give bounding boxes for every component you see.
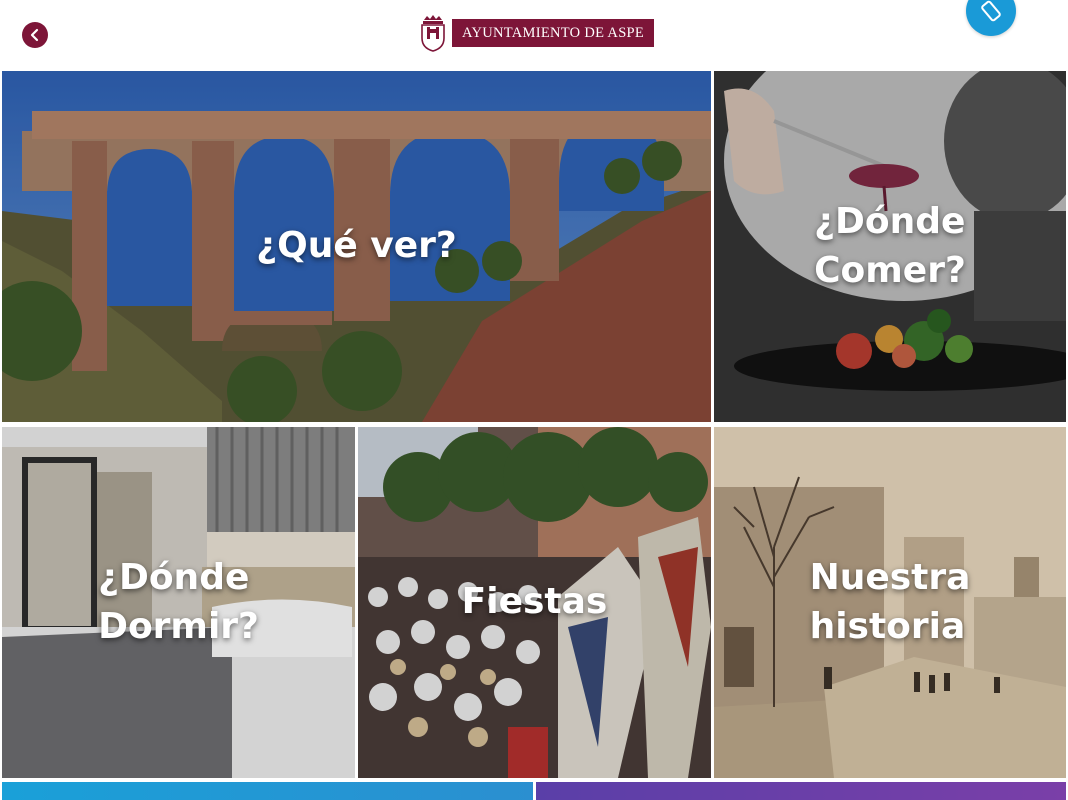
tile-title: ¿Qué ver? bbox=[256, 225, 457, 267]
coat-of-arms-icon bbox=[421, 15, 445, 52]
ayuntamiento-logo: AYUNTAMIENTO DE ASPE bbox=[418, 14, 655, 52]
screen-rotation-icon bbox=[981, 0, 1001, 22]
tile-donde-comer[interactable]: ¿Dónde Comer? bbox=[714, 71, 1066, 422]
tile-title: ¿Dónde Comer? bbox=[814, 200, 966, 291]
tile-title: Nuestra historia bbox=[809, 556, 971, 647]
rotate-screen-button[interactable] bbox=[966, 0, 1016, 36]
tile-que-ver[interactable]: ¿Qué ver? bbox=[2, 71, 711, 422]
next-tile-left-partial[interactable] bbox=[2, 782, 533, 800]
tile-donde-dormir[interactable]: ¿Dónde Dormir? bbox=[2, 427, 355, 778]
back-button[interactable] bbox=[22, 22, 48, 48]
tile-title: Fiestas bbox=[461, 581, 608, 623]
app-header: AYUNTAMIENTO DE ASPE bbox=[0, 0, 1068, 70]
tile-fiestas[interactable]: Fiestas bbox=[358, 427, 711, 778]
chevron-left-icon bbox=[30, 28, 39, 42]
logo-text: AYUNTAMIENTO DE ASPE bbox=[452, 19, 655, 47]
tile-title: ¿Dónde Dormir? bbox=[98, 556, 259, 647]
next-tile-right-partial[interactable] bbox=[536, 782, 1066, 800]
tile-nuestra-historia[interactable]: Nuestra historia bbox=[714, 427, 1066, 778]
